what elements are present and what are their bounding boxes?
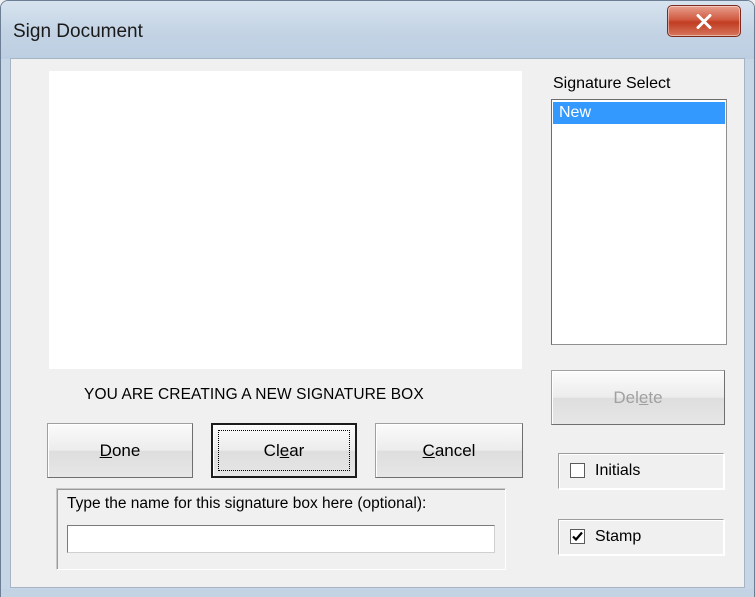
signature-name-group: Type the name for this signature box her… — [56, 488, 506, 570]
delete-button-label: Delete — [613, 387, 663, 407]
signature-select-label: Signature Select — [553, 75, 671, 92]
signature-canvas[interactable] — [49, 71, 522, 369]
checkmark-icon — [572, 531, 583, 542]
done-button-label: Done — [99, 440, 141, 460]
stamp-label: Stamp — [595, 528, 642, 545]
creating-signature-message: YOU ARE CREATING A NEW SIGNATURE BOX — [84, 386, 424, 403]
initials-checkbox[interactable] — [570, 463, 585, 478]
dialog-client-area: Signature Select New YOU ARE CREATING A … — [10, 58, 745, 588]
focus-rectangle — [218, 430, 350, 471]
stamp-option[interactable]: Stamp — [558, 519, 724, 555]
stamp-checkbox[interactable] — [570, 529, 585, 544]
window-bottom-frame — [1, 589, 754, 597]
title-bar[interactable]: Sign Document — [1, 1, 754, 59]
sign-document-dialog: Sign Document Signature Select New YOU A… — [0, 0, 755, 597]
signature-select-list[interactable]: New — [551, 99, 727, 345]
initials-option[interactable]: Initials — [558, 453, 724, 489]
cancel-button[interactable]: Cancel — [375, 423, 523, 478]
window-title: Sign Document — [13, 21, 143, 42]
signature-name-label: Type the name for this signature box her… — [67, 495, 427, 512]
done-button[interactable]: Done — [47, 423, 193, 478]
initials-label: Initials — [595, 462, 641, 479]
delete-button[interactable]: Delete — [551, 370, 725, 425]
signature-name-input[interactable] — [67, 525, 495, 553]
close-button[interactable] — [667, 5, 741, 37]
close-icon — [696, 13, 712, 29]
list-item[interactable]: New — [553, 102, 725, 124]
cancel-button-label: Cancel — [422, 440, 476, 460]
clear-button[interactable]: Clear — [211, 423, 357, 478]
